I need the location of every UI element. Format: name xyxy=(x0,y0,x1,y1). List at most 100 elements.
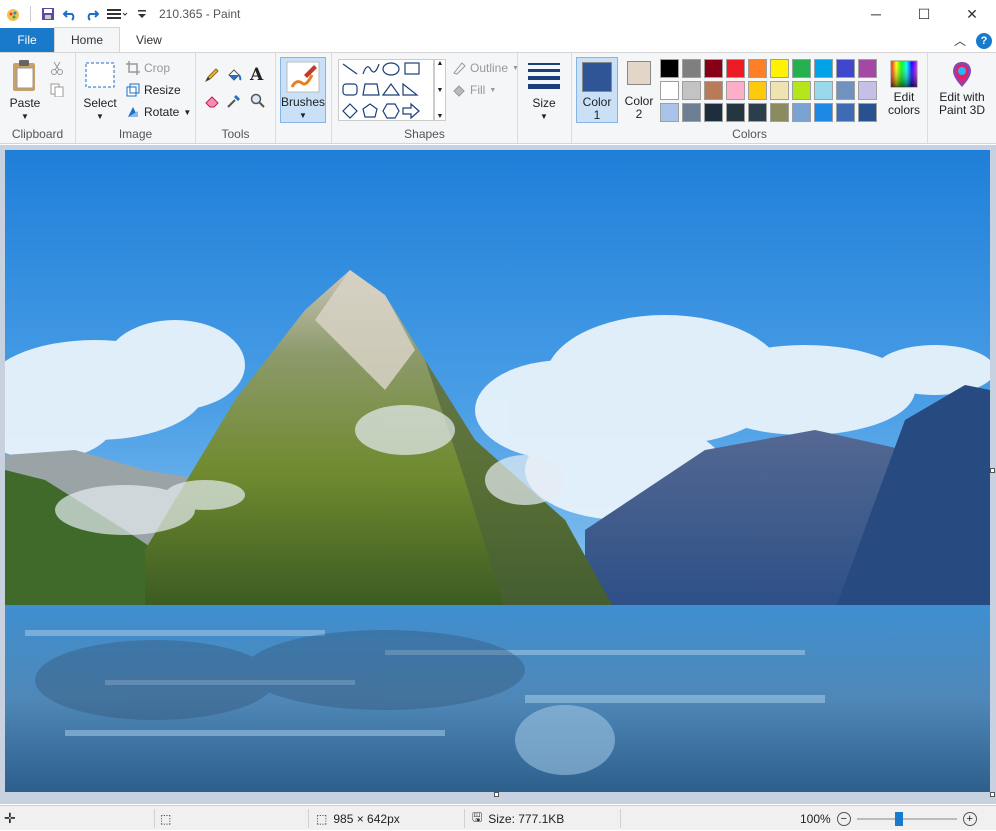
color2-button[interactable]: Color 2 xyxy=(622,61,656,121)
tab-file[interactable]: File xyxy=(0,28,54,52)
customize-toolbar-icon[interactable] xyxy=(133,5,151,23)
text-tool[interactable]: A xyxy=(250,65,263,85)
chevron-down-icon: ▼ xyxy=(183,107,192,117)
fill-tool[interactable] xyxy=(226,67,242,83)
color1-swatch xyxy=(582,62,612,92)
fill-button[interactable]: Fill ▼ xyxy=(452,83,496,97)
brushes-label: Brushes xyxy=(280,95,326,109)
select-button[interactable]: Select ▼ xyxy=(80,61,120,123)
cursor-position: ✛ xyxy=(4,806,16,831)
close-button[interactable]: ✕ xyxy=(948,0,996,28)
minimize-button[interactable]: ─ xyxy=(852,0,900,28)
chevron-down-icon: ▼ xyxy=(21,112,29,121)
color2-swatch xyxy=(627,61,651,85)
edit-colors-button[interactable]: Edit colors xyxy=(884,59,924,117)
chevron-up-icon[interactable]: ▲ xyxy=(437,60,444,67)
palette-swatch[interactable] xyxy=(682,103,701,122)
palette-swatch[interactable] xyxy=(748,103,767,122)
palette-swatch[interactable] xyxy=(682,81,701,100)
palette-swatch[interactable] xyxy=(770,59,789,78)
brushes-button[interactable]: Brushes ▼ xyxy=(280,57,326,123)
pencil-icon xyxy=(204,68,219,83)
painting-canvas[interactable] xyxy=(5,150,990,792)
properties-icon[interactable] xyxy=(105,5,129,23)
color-picker-tool[interactable] xyxy=(226,93,242,109)
chevron-down-icon[interactable]: ▼ xyxy=(437,87,444,94)
paint3d-icon xyxy=(953,62,971,87)
zoom-slider[interactable] xyxy=(856,811,957,826)
brush-icon xyxy=(286,61,320,93)
selection-size: ⬚ xyxy=(160,806,171,831)
palette-swatch[interactable] xyxy=(704,103,723,122)
more-shapes-icon[interactable]: ▼ xyxy=(437,113,444,120)
palette-swatch[interactable] xyxy=(660,59,679,78)
magnifier-tool[interactable] xyxy=(250,93,266,109)
crop-button[interactable]: Crop xyxy=(126,61,170,75)
save-icon[interactable] xyxy=(39,5,57,23)
palette-swatch[interactable] xyxy=(836,59,855,78)
paint-app-icon[interactable] xyxy=(4,5,22,23)
palette-swatch[interactable] xyxy=(858,81,877,100)
palette-swatch[interactable] xyxy=(748,81,767,100)
pencil-tool[interactable] xyxy=(204,67,220,83)
palette-swatch[interactable] xyxy=(792,59,811,78)
maximize-button[interactable]: ☐ xyxy=(900,0,948,28)
palette-swatch[interactable] xyxy=(836,103,855,122)
palette-swatch[interactable] xyxy=(726,59,745,78)
magnifier-icon xyxy=(250,93,265,108)
palette-swatch[interactable] xyxy=(660,81,679,100)
rotate-button[interactable]: Rotate ▼ xyxy=(126,105,191,119)
eyedropper-icon xyxy=(227,95,240,108)
size-group: Size ▼ xyxy=(518,53,572,143)
size-button[interactable]: Size ▼ xyxy=(524,61,564,123)
palette-swatch[interactable] xyxy=(858,59,877,78)
resize-handle-bottom[interactable] xyxy=(494,792,499,797)
zoom-slider-thumb[interactable] xyxy=(894,811,903,826)
cut-button[interactable] xyxy=(50,61,64,75)
zoom-level: 100% xyxy=(800,811,831,826)
palette-swatch[interactable] xyxy=(770,103,789,122)
canvas-area[interactable] xyxy=(0,145,996,804)
palette-swatch[interactable] xyxy=(814,81,833,100)
paste-button[interactable]: Paste ▼ xyxy=(6,59,44,123)
paint3d-group: Edit with Paint 3D xyxy=(928,53,996,143)
undo-icon[interactable] xyxy=(61,5,79,23)
palette-swatch[interactable] xyxy=(770,81,789,100)
palette-swatch[interactable] xyxy=(660,103,679,122)
chevron-down-icon: ▼ xyxy=(489,86,497,94)
palette-swatch[interactable] xyxy=(748,59,767,78)
palette-swatch[interactable] xyxy=(858,103,877,122)
palette-swatch[interactable] xyxy=(792,81,811,100)
text-icon: A xyxy=(250,65,264,85)
palette-swatch[interactable] xyxy=(682,59,701,78)
palette-swatch[interactable] xyxy=(814,103,833,122)
select-rectangle-icon xyxy=(85,62,115,88)
palette-swatch[interactable] xyxy=(814,59,833,78)
shapes-scroll[interactable]: ▲ ▼ ▼ xyxy=(434,59,446,121)
edit-with-paint3d-button[interactable]: Edit with Paint 3D xyxy=(932,59,992,117)
resize-handle-right[interactable] xyxy=(990,468,995,473)
file-size-text: Size: 777.1KB xyxy=(488,811,565,826)
palette-swatch[interactable] xyxy=(704,81,723,100)
eraser-tool[interactable] xyxy=(204,93,220,109)
palette-swatch[interactable] xyxy=(704,59,723,78)
palette-swatch[interactable] xyxy=(836,81,855,100)
tab-view[interactable]: View xyxy=(120,28,178,52)
chevron-down-icon: ▼ xyxy=(96,112,104,121)
resize-handle-corner[interactable] xyxy=(990,792,995,797)
zoom-in-icon[interactable]: + xyxy=(962,811,977,826)
help-icon[interactable]: ? xyxy=(976,32,992,49)
copy-button[interactable] xyxy=(50,83,64,97)
zoom-out-icon[interactable]: − xyxy=(836,811,851,826)
palette-swatch[interactable] xyxy=(726,103,745,122)
redo-icon[interactable] xyxy=(83,5,101,23)
tab-home[interactable]: Home xyxy=(54,27,121,52)
palette-swatch[interactable] xyxy=(792,103,811,122)
color1-button[interactable]: Color 1 xyxy=(576,57,618,123)
palette-swatch[interactable] xyxy=(726,81,745,100)
shapes-gallery[interactable] xyxy=(338,59,434,121)
outline-button[interactable]: Outline ▼ xyxy=(452,61,519,75)
color-palette xyxy=(660,59,884,125)
resize-button[interactable]: Resize xyxy=(126,83,181,97)
collapse-ribbon-icon[interactable]: ︿ xyxy=(954,32,966,49)
